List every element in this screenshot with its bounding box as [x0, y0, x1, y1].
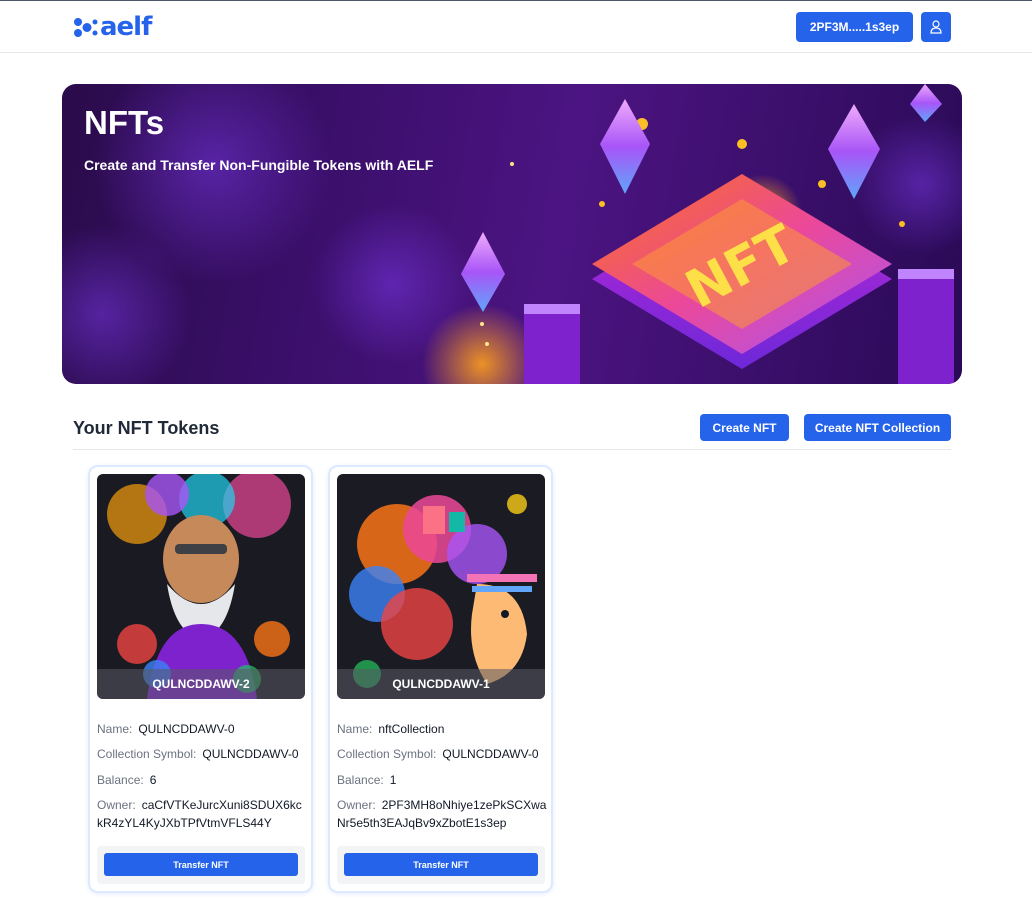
wallet-address-button[interactable]: 2PF3M.....1s3ep: [796, 12, 913, 42]
aelf-logo[interactable]: aelf: [72, 12, 152, 42]
nft-art-colorful-head: [337, 474, 545, 699]
nft-name-value: nftCollection: [378, 722, 445, 736]
balance-value: 1: [389, 773, 397, 787]
nft-banner-illustration: NFT: [62, 84, 962, 384]
logo-text: aelf: [100, 12, 152, 42]
balance-value: 6: [149, 773, 157, 787]
hero-banner: NFT NFTs Create and Transfer Non-Fungibl…: [62, 84, 962, 384]
owner-label: Owner:: [97, 798, 136, 812]
name-label: Name:: [97, 722, 133, 736]
banner-subtitle: Create and Transfer Non-Fungible Tokens …: [84, 157, 434, 173]
collection-symbol-label: Collection Symbol:: [97, 747, 197, 761]
collection-symbol-row: Collection Symbol: QULNCDDAWV-0: [337, 745, 547, 763]
balance-label: Balance:: [337, 773, 384, 787]
card-footer: Transfer NFT: [337, 846, 545, 884]
nft-name-row: Name: nftCollection: [337, 720, 547, 738]
transfer-nft-button[interactable]: Transfer NFT: [344, 853, 538, 876]
nft-image: QULNCDDAWV-2: [97, 474, 305, 699]
owner-label: Owner:: [337, 798, 376, 812]
collection-symbol-label: Collection Symbol:: [337, 747, 437, 761]
nft-card[interactable]: QULNCDDAWV-1 Name: nftCollection Collecti…: [328, 465, 553, 893]
nft-symbol-caption: QULNCDDAWV-1: [337, 669, 545, 699]
transfer-nft-button[interactable]: Transfer NFT: [104, 853, 298, 876]
nft-name-value: QULNCDDAWV-0: [138, 722, 235, 736]
balance-row: Balance: 1: [337, 771, 547, 789]
aelf-logo-icon: [74, 18, 98, 37]
nft-art-old-man: [97, 474, 305, 699]
owner-row: Owner: 2PF3MH8oNhiye1zePkSCXwaNr5e5th3EAJ…: [337, 796, 547, 832]
section-title: Your NFT Tokens: [73, 418, 220, 438]
nft-image: QULNCDDAWV-1: [337, 474, 545, 699]
collection-symbol-value: QULNCDDAWV-0: [442, 747, 539, 761]
create-nft-button[interactable]: Create NFT: [700, 414, 789, 441]
user-icon: [930, 20, 942, 34]
create-nft-collection-button[interactable]: Create NFT Collection: [804, 414, 951, 441]
user-profile-button[interactable]: [921, 12, 951, 42]
collection-symbol-value: QULNCDDAWV-0: [202, 747, 299, 761]
owner-row: Owner: caCfVTKeJurcXuni8SDUX6kckR4zYL4KyJ…: [97, 796, 307, 832]
card-footer: Transfer NFT: [97, 846, 305, 884]
balance-row: Balance: 6: [97, 771, 307, 789]
nft-card[interactable]: QULNCDDAWV-2 Name: QULNCDDAWV-0 Collectio…: [88, 465, 313, 893]
nft-name-row: Name: QULNCDDAWV-0: [97, 720, 307, 738]
nft-symbol-caption: QULNCDDAWV-2: [97, 669, 305, 699]
banner-title: NFTs: [84, 104, 165, 141]
balance-label: Balance:: [97, 773, 144, 787]
app-header: aelf 2PF3M.....1s3ep: [0, 1, 1032, 53]
section-divider: [73, 449, 951, 450]
collection-symbol-row: Collection Symbol: QULNCDDAWV-0: [97, 745, 307, 763]
name-label: Name:: [337, 722, 373, 736]
